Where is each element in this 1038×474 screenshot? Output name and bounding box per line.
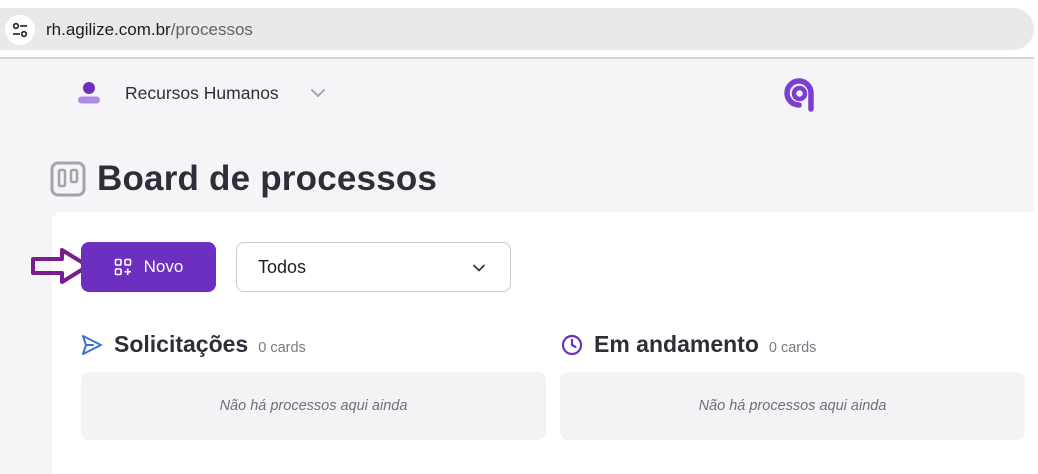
url-text[interactable]: rh.agilize.com.br/processos [46,20,253,40]
address-bar[interactable]: rh.agilize.com.br/processos [0,8,1034,50]
new-process-button[interactable]: Novo [81,242,216,292]
org-switcher[interactable]: Recursos Humanos [76,80,327,106]
tune-icon [12,22,28,38]
send-icon [82,334,102,355]
grid-add-icon [114,258,131,276]
filter-value: Todos [258,256,307,277]
url-path: /processos [170,20,253,39]
column-empty-state: Não há processos aqui ainda [560,372,1025,440]
chevron-down-icon [473,264,485,272]
column-title: Solicitações [114,331,249,357]
site-info-button[interactable] [5,15,35,45]
column-count: 0 cards [258,340,306,356]
column-header-em-andamento: Em andamento 0 cards [560,331,816,358]
board-columns-icon [50,161,86,197]
clock-icon [561,334,583,355]
org-name: Recursos Humanos [125,82,279,103]
column-empty-state: Não há processos aqui ainda [81,372,546,440]
column-count: 0 cards [768,340,817,356]
page-title: Board de processos [97,159,438,198]
url-host: rh.agilize.com.br [46,20,171,39]
user-icon [78,82,100,104]
agilize-logo[interactable] [780,76,820,112]
filter-select[interactable]: Todos [236,242,511,292]
chevron-down-icon [310,89,325,97]
column-title: Em andamento [594,331,759,357]
column-header-solicitacoes: Solicitações 0 cards [80,331,306,358]
new-process-label: Novo [143,257,184,276]
app-page: Recursos Humanos Board de processos Novo [0,59,1034,474]
